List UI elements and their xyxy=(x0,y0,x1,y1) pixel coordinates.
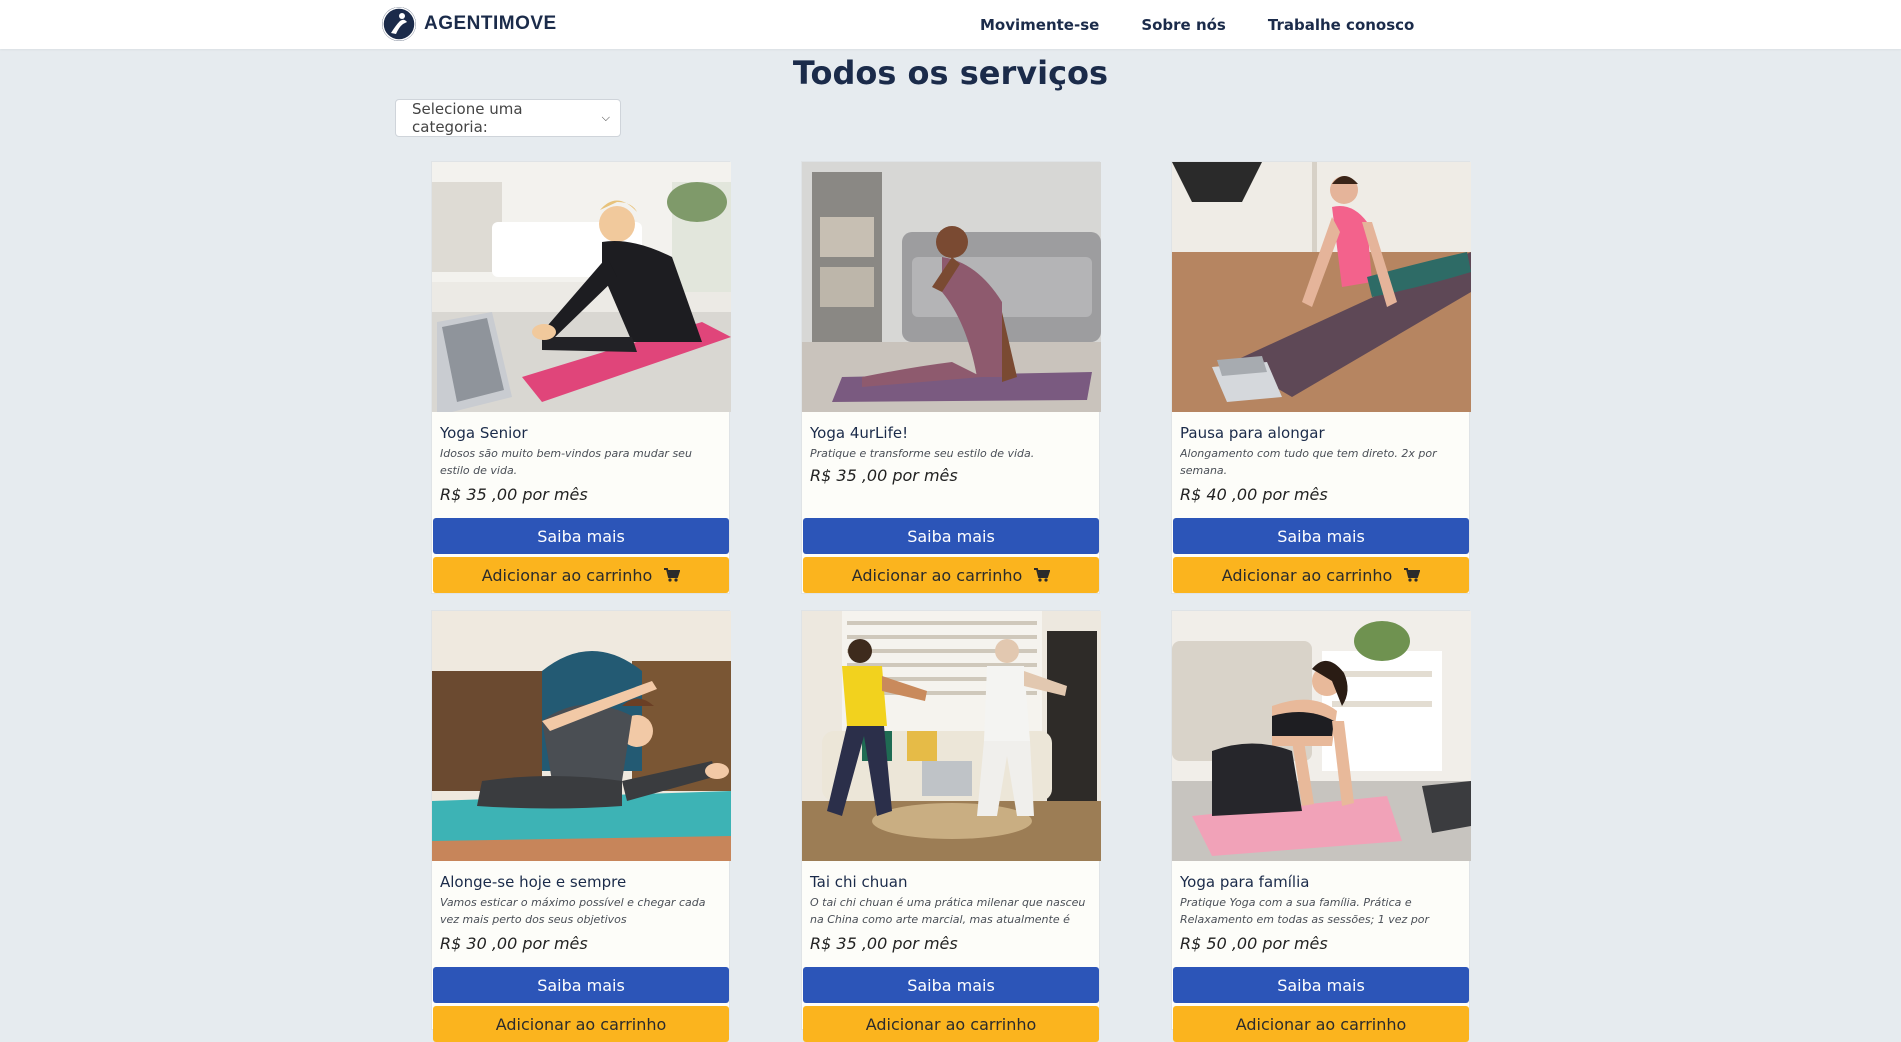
service-price: R$ 50 ,00 por mês xyxy=(1180,934,1328,953)
service-card-yoga-senior: Yoga Senior Idosos são muito bem-vindos … xyxy=(431,161,731,594)
service-image[interactable] xyxy=(802,611,1101,861)
service-card-alonge-se: Alonge-se hoje e sempre Vamos esticar o … xyxy=(431,610,731,1042)
service-card-yoga-para-familia: Yoga para família Pratique Yoga com a su… xyxy=(1171,610,1471,1042)
add-to-cart-label: Adicionar ao carrinho xyxy=(851,565,1023,585)
saiba-mais-button[interactable]: Saiba mais xyxy=(803,967,1099,1003)
service-title: Yoga para família xyxy=(1180,873,1310,891)
service-image[interactable] xyxy=(802,162,1101,412)
add-to-cart-label: Adicionar ao carrinho xyxy=(495,1014,667,1034)
service-description: Pratique e transforme seu estilo de vida… xyxy=(810,447,1035,460)
brand-logo[interactable]: AGENTIMOVE xyxy=(382,7,557,41)
service-description: Alongamento com tudo que tem direto. 2x … xyxy=(1180,447,1437,477)
saiba-mais-label: Saiba mais xyxy=(537,526,625,546)
service-price: R$ 30 ,00 por mês xyxy=(440,934,588,953)
nav-link-trabalhe-conosco[interactable]: Trabalhe conosco xyxy=(1268,16,1414,34)
add-to-cart-button[interactable]: Adicionar ao carrinho xyxy=(1173,1006,1469,1042)
service-card-tai-chi-chuan: Tai chi chuan O tai chi chuan é uma prát… xyxy=(801,610,1101,1042)
top-navbar: AGENTIMOVE Movimente-se Sobre nós Trabal… xyxy=(0,0,1901,49)
service-image[interactable] xyxy=(1172,611,1471,861)
service-description: O tai chi chuan é uma prática milenar qu… xyxy=(810,896,1086,926)
service-image[interactable] xyxy=(432,162,731,412)
service-title: Tai chi chuan xyxy=(810,873,908,891)
shopping-cart-icon xyxy=(664,568,681,582)
add-to-cart-label: Adicionar ao carrinho xyxy=(481,565,653,585)
logo-text: AGENTIMOVE xyxy=(424,13,557,34)
add-to-cart-button[interactable]: Adicionar ao carrinho xyxy=(803,557,1099,593)
chevron-down-icon: ⌵ xyxy=(601,111,610,124)
service-title: Yoga 4urLife! xyxy=(810,424,909,442)
saiba-mais-button[interactable]: Saiba mais xyxy=(433,967,729,1003)
logo-icon xyxy=(382,7,416,41)
saiba-mais-button[interactable]: Saiba mais xyxy=(803,518,1099,554)
saiba-mais-button[interactable]: Saiba mais xyxy=(1173,967,1469,1003)
shopping-cart-icon xyxy=(1034,568,1051,582)
nav-link-movimente-se[interactable]: Movimente-se xyxy=(980,16,1099,34)
add-to-cart-button[interactable]: Adicionar ao carrinho xyxy=(1173,557,1469,593)
service-title: Pausa para alongar xyxy=(1180,424,1325,442)
shopping-cart-icon xyxy=(1404,568,1421,582)
category-select-value: Selecione uma categoria: xyxy=(412,100,523,136)
page-title: Todos os serviços xyxy=(792,54,1109,92)
nav-link-sobre-nos[interactable]: Sobre nós xyxy=(1141,16,1226,34)
service-description: Idosos são muito bem-vindos para mudar s… xyxy=(440,447,692,477)
service-card-pausa-para-alongar: Pausa para alongar Alongamento com tudo … xyxy=(1171,161,1471,594)
saiba-mais-label: Saiba mais xyxy=(907,526,995,546)
add-to-cart-label: Adicionar ao carrinho xyxy=(1235,1014,1407,1034)
service-price: R$ 35 ,00 por mês xyxy=(440,485,588,504)
service-price: R$ 35 ,00 por mês xyxy=(810,466,958,485)
saiba-mais-label: Saiba mais xyxy=(1277,526,1365,546)
add-to-cart-button[interactable]: Adicionar ao carrinho xyxy=(803,1006,1099,1042)
service-price: R$ 40 ,00 por mês xyxy=(1180,485,1328,504)
add-to-cart-label: Adicionar ao carrinho xyxy=(1221,565,1393,585)
saiba-mais-button[interactable]: Saiba mais xyxy=(1173,518,1469,554)
service-image[interactable] xyxy=(432,611,731,861)
saiba-mais-label: Saiba mais xyxy=(1277,975,1365,995)
saiba-mais-label: Saiba mais xyxy=(907,975,995,995)
saiba-mais-button[interactable]: Saiba mais xyxy=(433,518,729,554)
add-to-cart-button[interactable]: Adicionar ao carrinho xyxy=(433,1006,729,1042)
service-card-yoga-4urlife: Yoga 4urLife! Pratique e transforme seu … xyxy=(801,161,1101,594)
saiba-mais-label: Saiba mais xyxy=(537,975,625,995)
service-title: Yoga Senior xyxy=(440,424,528,442)
service-description: Pratique Yoga com a sua família. Prática… xyxy=(1180,896,1430,926)
service-description: Vamos esticar o máximo possível e chegar… xyxy=(440,896,706,926)
service-price: R$ 35 ,00 por mês xyxy=(810,934,958,953)
category-select[interactable]: Selecione uma categoria: ⌵ xyxy=(395,99,621,137)
main-navigation: Movimente-se Sobre nós Trabalhe conosco xyxy=(980,0,1456,49)
service-title: Alonge-se hoje e sempre xyxy=(440,873,627,891)
add-to-cart-button[interactable]: Adicionar ao carrinho xyxy=(433,557,729,593)
add-to-cart-label: Adicionar ao carrinho xyxy=(865,1014,1037,1034)
service-image[interactable] xyxy=(1172,162,1471,412)
